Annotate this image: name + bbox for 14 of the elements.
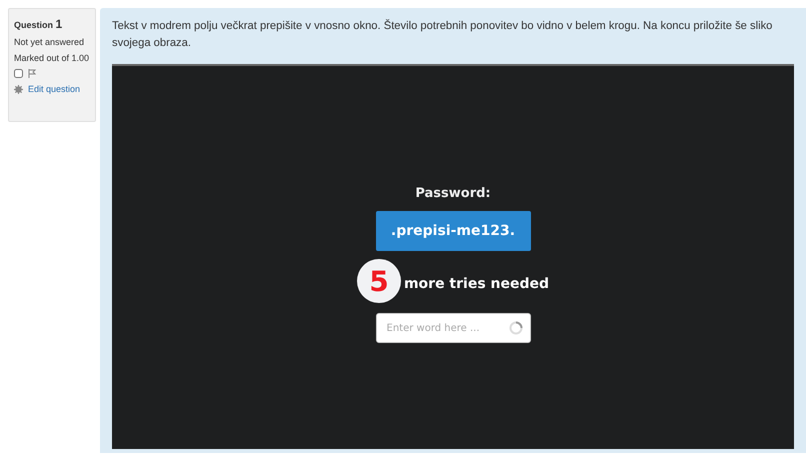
word-input[interactable]: Enter word here ...: [376, 313, 530, 343]
question-text: Tekst v modrem polju večkrat prepišite v vnosno okno. Število potrebnih ponovitev bo vidno v belem krogu. Na koncu priložite še sliko svojega obraza.: [112, 18, 774, 51]
edit-question-link[interactable]: Edit question: [28, 84, 80, 94]
marks-text: Marked out of 1.00: [14, 53, 90, 63]
spinner-icon: [508, 321, 522, 335]
flag-checkbox[interactable]: [14, 69, 23, 78]
question-title: Question 1: [14, 17, 64, 31]
password-label: Password:: [415, 186, 491, 201]
password-text: .prepisi-me123.: [376, 211, 530, 251]
flag-icon[interactable]: [28, 69, 36, 78]
tries-count: 5: [356, 259, 401, 303]
status-text: Not yet answered: [14, 37, 86, 47]
gear-icon: [14, 84, 23, 94]
tries-label: more tries needed: [404, 276, 550, 292]
